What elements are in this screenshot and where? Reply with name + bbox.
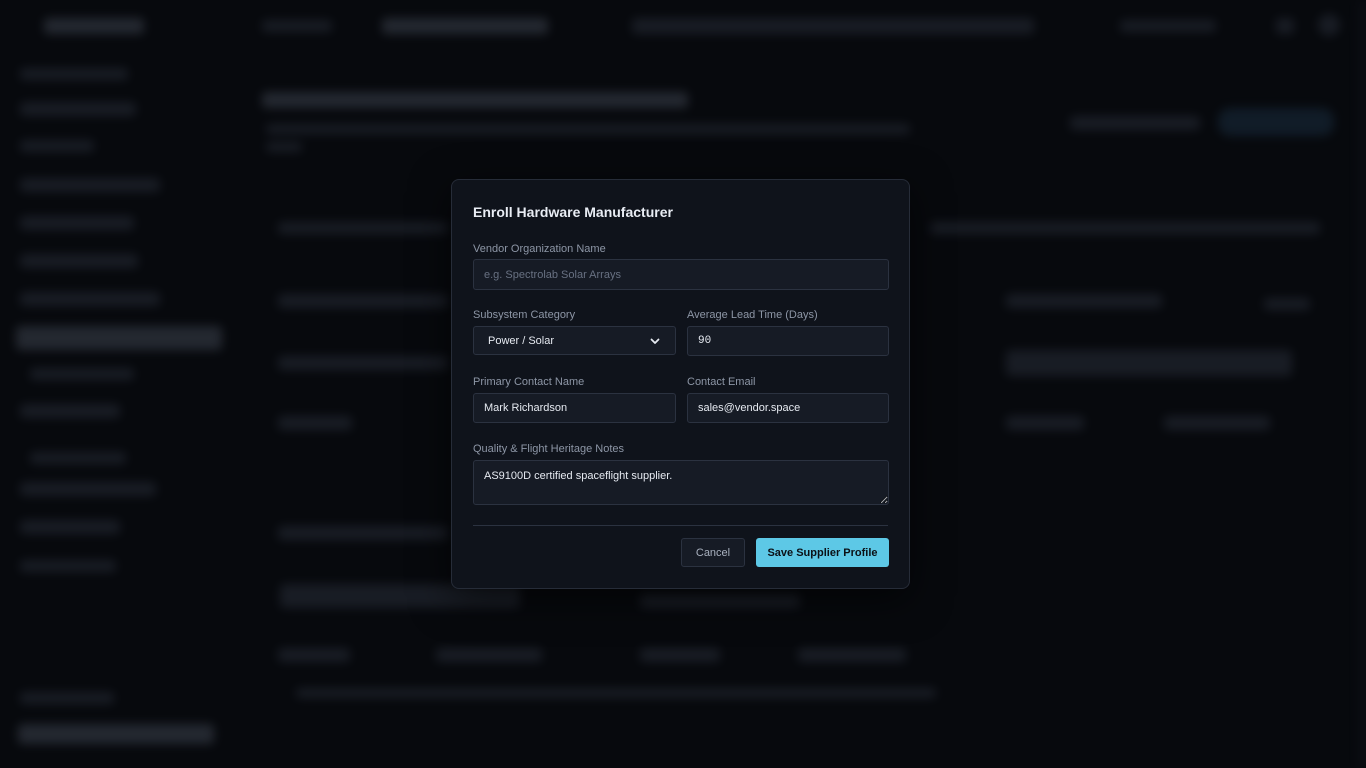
vendor-name-label: Vendor Organization Name: [473, 243, 606, 255]
bg-sidebar-item: [20, 178, 160, 192]
bg-sidebar-item: [20, 404, 120, 418]
dialog-divider: [473, 525, 888, 526]
bg-user: [18, 724, 214, 744]
contact-email-label: Contact Email: [687, 376, 756, 388]
notes-textarea[interactable]: [473, 460, 889, 505]
bg-page-title: [262, 92, 688, 108]
notes-label: Quality & Flight Heritage Notes: [473, 443, 625, 455]
bg-icon: [1276, 18, 1294, 34]
chevron-down-icon: [650, 338, 660, 344]
bg-sidebar-item-active: [16, 326, 222, 350]
bg-row: [278, 648, 350, 662]
bg-page-subtitle: [266, 142, 302, 152]
bg-row: [1006, 416, 1084, 430]
cancel-button[interactable]: Cancel: [681, 538, 745, 567]
bg-logo: [44, 18, 144, 34]
bg-row: [798, 648, 906, 662]
bg-row: [278, 416, 352, 430]
bg-sidebar-item: [30, 452, 126, 464]
bg-sidebar-item: [30, 368, 134, 380]
bg-header-action: [1070, 116, 1200, 130]
bg-page-subtitle: [266, 124, 910, 134]
bg-row: [1006, 350, 1292, 376]
bg-row: [278, 294, 448, 308]
bg-sidebar-item: [20, 482, 156, 496]
bg-row: [1006, 294, 1162, 308]
bg-header-button: [1218, 108, 1334, 136]
bg-nav-item: [262, 20, 332, 32]
bg-row: [930, 222, 1320, 234]
bg-sidebar-item: [20, 140, 94, 152]
bg-nav-item: [1120, 20, 1216, 32]
contact-name-input[interactable]: [473, 393, 676, 423]
subsystem-category-select[interactable]: Power / Solar: [473, 326, 676, 355]
lead-time-input[interactable]: [687, 326, 889, 356]
bg-row: [296, 688, 936, 698]
bg-icon: [1318, 14, 1340, 36]
contact-name-label: Primary Contact Name: [473, 376, 585, 388]
bg-sidebar-item: [20, 560, 116, 572]
bg-sidebar-item: [20, 68, 128, 80]
lead-time-label: Average Lead Time (Days): [687, 309, 818, 321]
bg-sidebar-item: [20, 254, 138, 268]
bg-sidebar-item: [20, 520, 120, 534]
bg-sidebar-item: [20, 216, 134, 230]
contact-email-input[interactable]: [687, 393, 889, 423]
bg-sidebar-item: [20, 692, 114, 704]
bg-row: [278, 356, 448, 370]
enroll-manufacturer-dialog: Enroll Hardware Manufacturer Vendor Orga…: [451, 179, 910, 589]
bg-row: [278, 222, 448, 234]
subsystem-category-label: Subsystem Category: [473, 309, 576, 321]
bg-scrollbar: [1360, 0, 1366, 768]
bg-row: [1164, 416, 1270, 430]
bg-search: [632, 18, 1034, 34]
bg-nav-item: [382, 18, 548, 34]
bg-row: [278, 526, 448, 540]
bg-sidebar-item: [20, 102, 136, 116]
dialog-title: Enroll Hardware Manufacturer: [473, 204, 673, 220]
vendor-name-input[interactable]: [473, 259, 889, 290]
subsystem-category-value: Power / Solar: [488, 334, 555, 347]
bg-row: [640, 594, 800, 608]
bg-row: [436, 648, 542, 662]
bg-row: [1264, 298, 1310, 310]
bg-row: [640, 648, 720, 662]
bg-sidebar-item: [20, 292, 160, 306]
save-supplier-button[interactable]: Save Supplier Profile: [756, 538, 889, 567]
